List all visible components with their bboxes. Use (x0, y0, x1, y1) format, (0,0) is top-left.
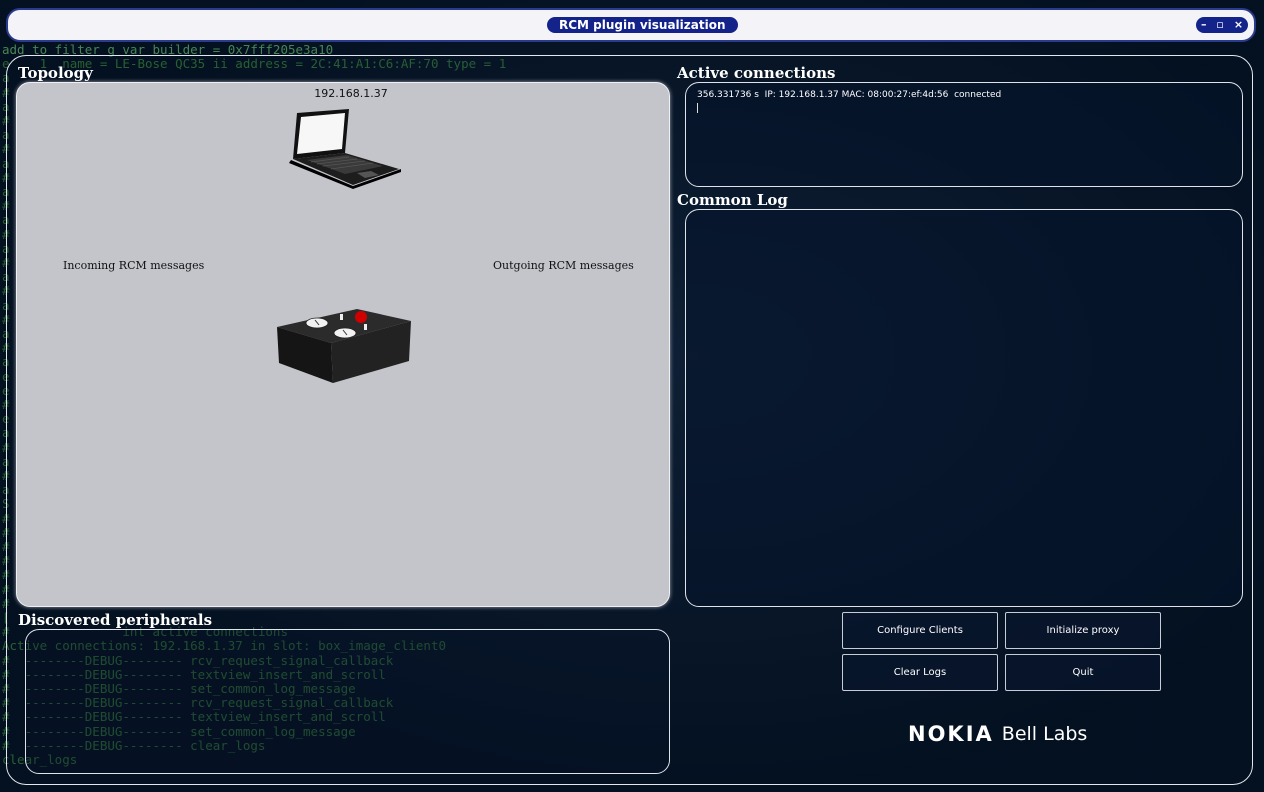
rcm-box-icon[interactable] (275, 305, 415, 391)
topology-panel: 192.168.1.37 Incoming RCM messages Outgo… (16, 82, 670, 607)
minimize-button[interactable]: – (1201, 17, 1207, 33)
maximize-button[interactable]: ▫ (1216, 17, 1223, 33)
initialize-proxy-button[interactable]: Initialize proxy (1005, 612, 1161, 649)
configure-clients-button[interactable]: Configure Clients (842, 612, 998, 649)
logo-suffix: Bell Labs (1001, 723, 1088, 745)
close-button[interactable]: × (1234, 17, 1243, 33)
common-log-title: Common Log (677, 191, 788, 209)
active-connections-title: Active connections (677, 64, 836, 82)
window-title: RCM plugin visualization (547, 17, 738, 33)
rcm-window: RCM plugin visualization – ▫ × Topology … (0, 0, 1264, 792)
discovered-peripherals-panel[interactable] (25, 629, 670, 774)
discovered-peripherals-title: Discovered peripherals (18, 611, 213, 629)
text-caret (697, 103, 698, 113)
incoming-rcm-label: Incoming RCM messages (63, 259, 205, 272)
active-connection-entry: 356.331736 s IP: 192.168.1.37 MAC: 08:00… (697, 90, 1002, 100)
clear-logs-button[interactable]: Clear Logs (842, 654, 998, 691)
window-controls: – ▫ × (1196, 17, 1248, 33)
topology-title: Topology (18, 64, 93, 82)
logo-brand: NOKIA (908, 722, 994, 746)
outgoing-rcm-label: Outgoing RCM messages (493, 259, 634, 272)
quit-button[interactable]: Quit (1005, 654, 1161, 691)
nokia-bell-labs-logo: NOKIA Bell Labs (908, 722, 1087, 746)
common-log-textview[interactable] (685, 209, 1243, 607)
laptop-icon[interactable] (287, 103, 407, 193)
laptop-ip-label: 192.168.1.37 (314, 87, 388, 100)
active-connections-textview[interactable]: 356.331736 s IP: 192.168.1.37 MAC: 08:00… (685, 82, 1243, 187)
